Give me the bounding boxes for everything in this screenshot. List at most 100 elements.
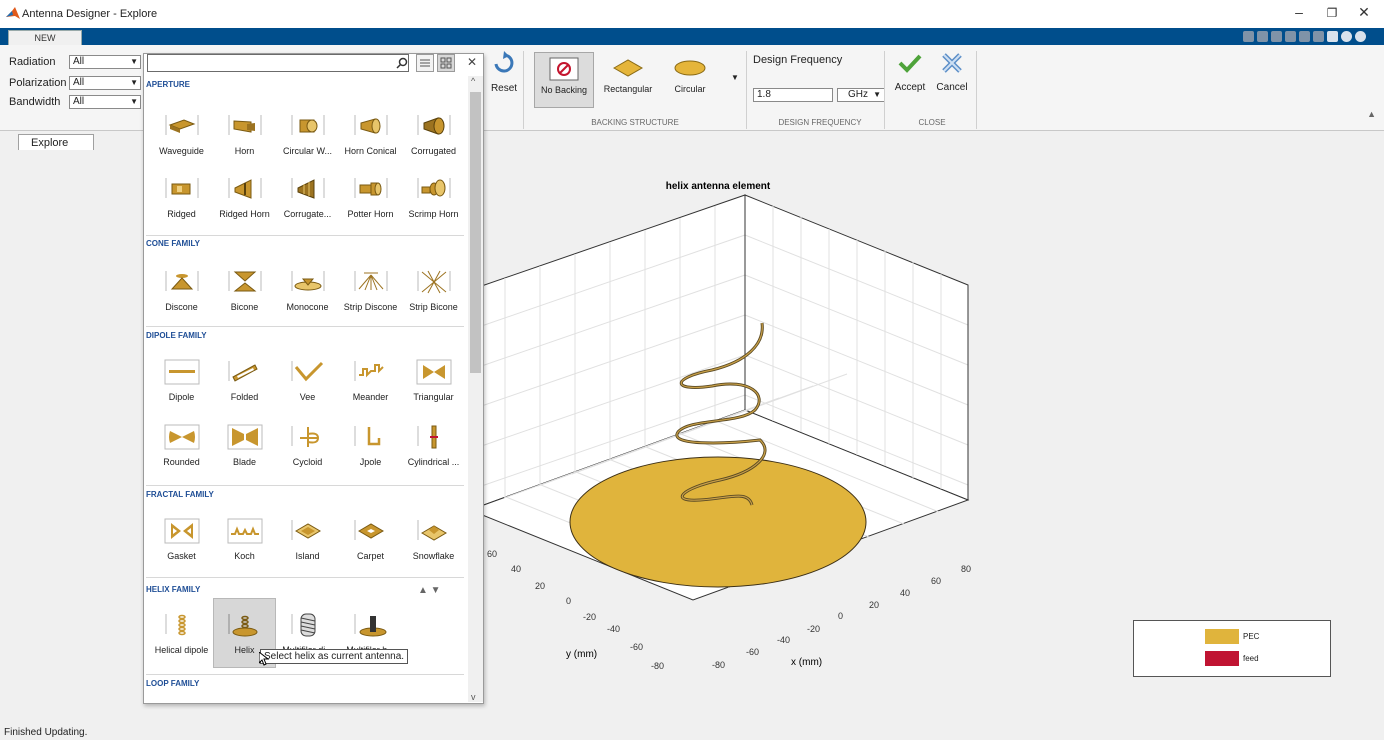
antenna-rounded[interactable]: Rounded (150, 422, 213, 467)
scroll-up-icon[interactable]: ^ (471, 76, 475, 86)
restore-button[interactable]: ❐ (1318, 6, 1346, 20)
antenna-koch[interactable]: Koch (213, 516, 276, 561)
item-label: Horn (234, 146, 255, 156)
close-window-button[interactable]: ✕ (1350, 4, 1378, 21)
antenna-strip-bicone[interactable]: Strip Bicone (402, 267, 465, 312)
antenna-corrugated-horn[interactable]: Corrugate... (276, 174, 339, 219)
antenna-waveguide[interactable]: Waveguide (150, 111, 213, 156)
circular-backing-button[interactable]: Circular (660, 52, 720, 94)
mouse-cursor-icon (259, 652, 269, 666)
item-label: Helical dipole (154, 645, 209, 655)
no-backing-button[interactable]: No Backing (534, 52, 594, 108)
undo-icon[interactable] (1299, 31, 1310, 42)
ribbon-separator (523, 51, 524, 129)
redo-icon[interactable] (1313, 31, 1324, 42)
antenna-horn[interactable]: Horn (213, 111, 276, 156)
search-icon[interactable] (396, 57, 408, 69)
antenna-cylindrical[interactable]: Cylindrical ... (402, 422, 465, 467)
tooltip: Select helix as current antenna. (260, 649, 409, 664)
antenna-carpet[interactable]: Carpet (339, 516, 402, 561)
antenna-dipole[interactable]: Dipole (150, 357, 213, 402)
scroll-down-icon[interactable]: v (471, 692, 476, 702)
item-label: Koch (234, 551, 255, 561)
x-tick: -20 (807, 624, 820, 634)
antenna-ridged[interactable]: Ridged (150, 174, 213, 219)
item-label: Scrimp Horn (408, 209, 459, 219)
item-label: Ridged (167, 209, 196, 219)
antenna-blade[interactable]: Blade (213, 422, 276, 467)
antenna-gasket[interactable]: Gasket (150, 516, 213, 561)
bandwidth-select[interactable]: All ▼ (69, 95, 141, 109)
frequency-unit-select[interactable]: GHz ▼ (837, 88, 885, 102)
item-label: Strip Bicone (409, 302, 458, 312)
antenna-snowflake[interactable]: Snowflake (402, 516, 465, 561)
grid-view-button[interactable] (437, 54, 455, 72)
reset-button[interactable]: Reset (487, 51, 521, 94)
help-icon[interactable] (1341, 31, 1352, 42)
minimize-button[interactable]: – (1285, 4, 1313, 20)
item-label: Corrugated (410, 146, 457, 156)
scrimp-horn-icon (417, 178, 450, 198)
antenna-vee[interactable]: Vee (276, 357, 339, 402)
x-tick: -60 (746, 647, 759, 657)
rectangular-backing-button[interactable]: Rectangular (598, 52, 658, 94)
gallery-search-input[interactable] (147, 54, 409, 72)
antenna-triangular[interactable]: Triangular (402, 357, 465, 402)
antenna-jpole[interactable]: Jpole (339, 422, 402, 467)
y-tick: 40 (511, 564, 521, 574)
y-tick: -40 (607, 624, 620, 634)
item-label: Strip Discone (343, 302, 398, 312)
polarization-value: All (73, 77, 85, 88)
polarization-select[interactable]: All ▼ (69, 76, 141, 90)
antenna-ridged-horn[interactable]: Ridged Horn (213, 174, 276, 219)
tab-new[interactable]: NEW (8, 30, 82, 46)
accept-button[interactable]: Accept (890, 53, 930, 93)
radiation-select[interactable]: All ▼ (69, 55, 141, 69)
antenna-circular-waveguide[interactable]: Circular W... (276, 111, 339, 156)
antenna-strip-discone[interactable]: Strip Discone (339, 267, 402, 312)
antenna-island[interactable]: Island (276, 516, 339, 561)
design-frequency-group-label: DESIGN FREQUENCY (778, 118, 862, 127)
antenna-meander[interactable]: Meander (339, 357, 402, 402)
antenna-scrimp-horn[interactable]: Scrimp Horn (402, 174, 465, 219)
copy-icon[interactable] (1271, 31, 1282, 42)
grid-view-icon (440, 57, 452, 69)
antenna-horn-conical[interactable]: Horn Conical (339, 111, 402, 156)
backing-more-arrow[interactable]: ▼ (731, 73, 739, 82)
settings-icon[interactable] (1355, 31, 1366, 42)
helix-icon (228, 614, 257, 637)
design-frequency-input[interactable]: 1.8 (753, 88, 833, 102)
gallery-scrollbar[interactable]: ^ v (468, 76, 483, 702)
triangular-icon (416, 359, 451, 385)
antenna-potter-horn[interactable]: Potter Horn (339, 174, 402, 219)
scrollbar-thumb[interactable] (470, 92, 481, 373)
antenna-corrugated[interactable]: Corrugated (402, 111, 465, 156)
cancel-button[interactable]: Cancel (932, 53, 972, 93)
cut-icon[interactable] (1257, 31, 1268, 42)
plot-legend[interactable]: PEC feed (1133, 620, 1331, 677)
corrugated-horn-icon (291, 178, 324, 199)
chevron-down-icon: ▼ (130, 97, 138, 106)
antenna-monocone[interactable]: Monocone (276, 267, 339, 312)
helical-dipole-icon (165, 614, 186, 636)
list-view-button[interactable] (416, 54, 434, 72)
collapse-ribbon-icon[interactable]: ▲ (1367, 109, 1376, 119)
reorder-arrows-icon[interactable]: ▲ ▼ (418, 585, 441, 596)
item-label: Dipole (168, 392, 195, 402)
save-icon[interactable] (1243, 31, 1254, 42)
x-tick: 80 (961, 564, 971, 574)
list-view-icon (420, 59, 430, 67)
antenna-discone[interactable]: Discone (150, 267, 213, 312)
category-divider (146, 577, 464, 578)
switch-windows-icon[interactable] (1327, 31, 1338, 42)
ground-plane (569, 456, 867, 588)
antenna-bicone[interactable]: Bicone (213, 267, 276, 312)
paste-icon[interactable] (1285, 31, 1296, 42)
close-icon[interactable]: ✕ (467, 55, 477, 69)
antenna-cycloid[interactable]: Cycloid (276, 422, 339, 467)
antenna-helical-dipole[interactable]: Helical dipole (150, 610, 213, 655)
bandwidth-label: Bandwidth (9, 96, 61, 108)
monocone-icon (291, 271, 324, 291)
antenna-folded[interactable]: Folded (213, 357, 276, 402)
legend-swatch-pec (1205, 629, 1239, 644)
